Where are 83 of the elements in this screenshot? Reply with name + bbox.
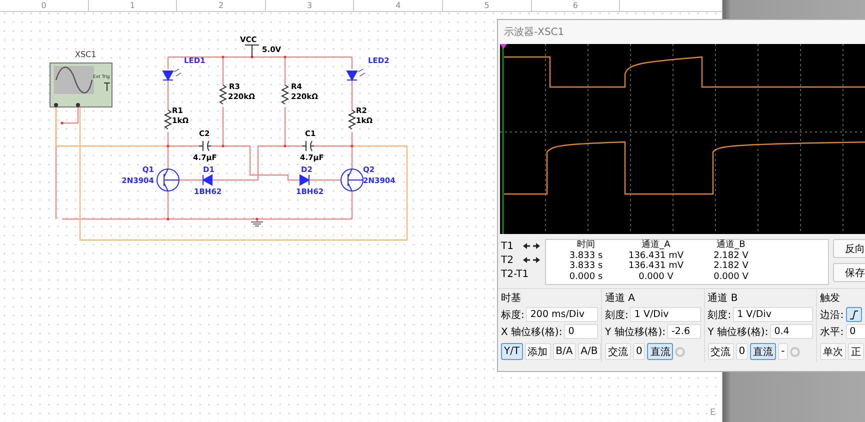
- toggle-button[interactable]: 直流: [750, 343, 776, 360]
- column-header: 通道_A: [642, 240, 670, 250]
- field-label: Y 轴位移(格):: [605, 326, 666, 338]
- input-field[interactable]: 1 V/Div: [733, 307, 814, 322]
- group-title: 通道 A: [605, 292, 636, 305]
- transistor-symbol: [156, 168, 180, 192]
- window-title: 示波器-XSC1: [498, 20, 865, 44]
- readout-value: 3.833 s: [569, 250, 603, 261]
- toggle-button[interactable]: 单次: [820, 343, 846, 360]
- field-label: 刻度:: [708, 308, 732, 322]
- readout-value: 0.000 V: [638, 272, 674, 282]
- diode-symbol: [202, 174, 212, 186]
- group-title: 时基: [501, 292, 522, 305]
- toggle-button[interactable]: 正: [848, 343, 864, 360]
- ruler-label: 5: [442, 0, 532, 11]
- edge-button[interactable]: [846, 307, 862, 322]
- group-title: 触发: [820, 292, 842, 305]
- toggle-button[interactable]: 交流: [708, 343, 734, 360]
- ruler-label: 4: [354, 0, 443, 11]
- capacitor-symbol: [198, 140, 212, 152]
- cursor-label: T1: [501, 240, 514, 252]
- field-label: 边沿:: [820, 308, 844, 322]
- toggle-button[interactable]: 0: [736, 343, 748, 360]
- input-field[interactable]: 0: [846, 324, 865, 339]
- field-label: 标度:: [501, 308, 524, 322]
- readout-value: 2.182 V: [714, 250, 748, 261]
- toggle-button[interactable]: -: [778, 343, 788, 360]
- led-symbol: [346, 68, 366, 80]
- ruler-label: 1: [88, 0, 178, 11]
- input-field[interactable]: 1 V/Div: [630, 307, 701, 322]
- resistor-symbol: [218, 84, 228, 104]
- toggle-button[interactable]: 直流: [647, 343, 674, 360]
- oscilloscope-symbol[interactable]: [50, 62, 112, 108]
- readout-value: 2.182 V: [714, 261, 748, 272]
- ruler-label: E: [710, 408, 716, 418]
- rising-edge-icon: [848, 310, 859, 320]
- column-header: 时间: [577, 240, 595, 250]
- toggle-button[interactable]: 0: [633, 343, 646, 360]
- resistor-symbol: [348, 110, 356, 130]
- toggle-button[interactable]: B/A: [552, 343, 576, 360]
- field-label: X 轴位移(格):: [501, 326, 562, 338]
- right-arrow-icon[interactable]: [533, 256, 541, 264]
- readout-value: 3.833 s: [569, 261, 603, 272]
- resistor-symbol: [280, 84, 290, 104]
- left-arrow-icon[interactable]: [522, 256, 530, 264]
- left-arrow-icon[interactable]: [522, 242, 530, 250]
- cursor-marker[interactable]: [500, 44, 507, 234]
- toggle-button[interactable]: A/B: [578, 343, 601, 360]
- field-label: Y 轴位移(格):: [708, 326, 768, 338]
- ruler-label: 6: [532, 0, 620, 11]
- toggle-button[interactable]: 添加: [524, 343, 551, 360]
- input-field[interactable]: 0: [564, 324, 598, 339]
- cursor-label: T2-T1: [501, 268, 529, 280]
- toggle-button[interactable]: Y/T: [501, 343, 523, 360]
- ruler-label: 2: [177, 0, 266, 11]
- ground-symbol: [250, 222, 264, 226]
- field-label: 水平:: [820, 326, 844, 338]
- panel-button[interactable]: 保存: [833, 263, 865, 282]
- input-field[interactable]: 200 ms/Div: [526, 307, 598, 322]
- resistor-symbol: [164, 110, 172, 130]
- readout-value: 0.000 s: [569, 272, 603, 282]
- power-supply-symbol: [244, 44, 260, 58]
- panel-button[interactable]: 反向: [833, 239, 865, 258]
- capacitor-symbol: [302, 140, 314, 152]
- readout-value: 0.000 V: [714, 272, 748, 282]
- group-title: 通道 B: [708, 292, 739, 305]
- component-label: XSC1: [75, 50, 96, 59]
- diode-symbol: [300, 174, 310, 186]
- radio-icon[interactable]: [790, 346, 800, 356]
- column-header: 通道_B: [716, 240, 746, 250]
- led-symbol: [162, 68, 182, 80]
- radio-icon[interactable]: [675, 346, 686, 356]
- input-field[interactable]: -2.6: [667, 324, 701, 339]
- ruler-label: 0: [0, 0, 89, 11]
- cursor-label: T2: [501, 254, 514, 266]
- ruler-label: 3: [266, 0, 354, 11]
- toggle-button[interactable]: 交流: [605, 343, 631, 360]
- input-field[interactable]: 0.4: [770, 324, 814, 339]
- right-arrow-icon[interactable]: [533, 242, 541, 250]
- readout-value: 136.431 mV: [628, 250, 684, 261]
- readout-value: 136.431 mV: [628, 261, 684, 272]
- transistor-symbol: [340, 168, 364, 192]
- field-label: 刻度:: [605, 308, 628, 322]
